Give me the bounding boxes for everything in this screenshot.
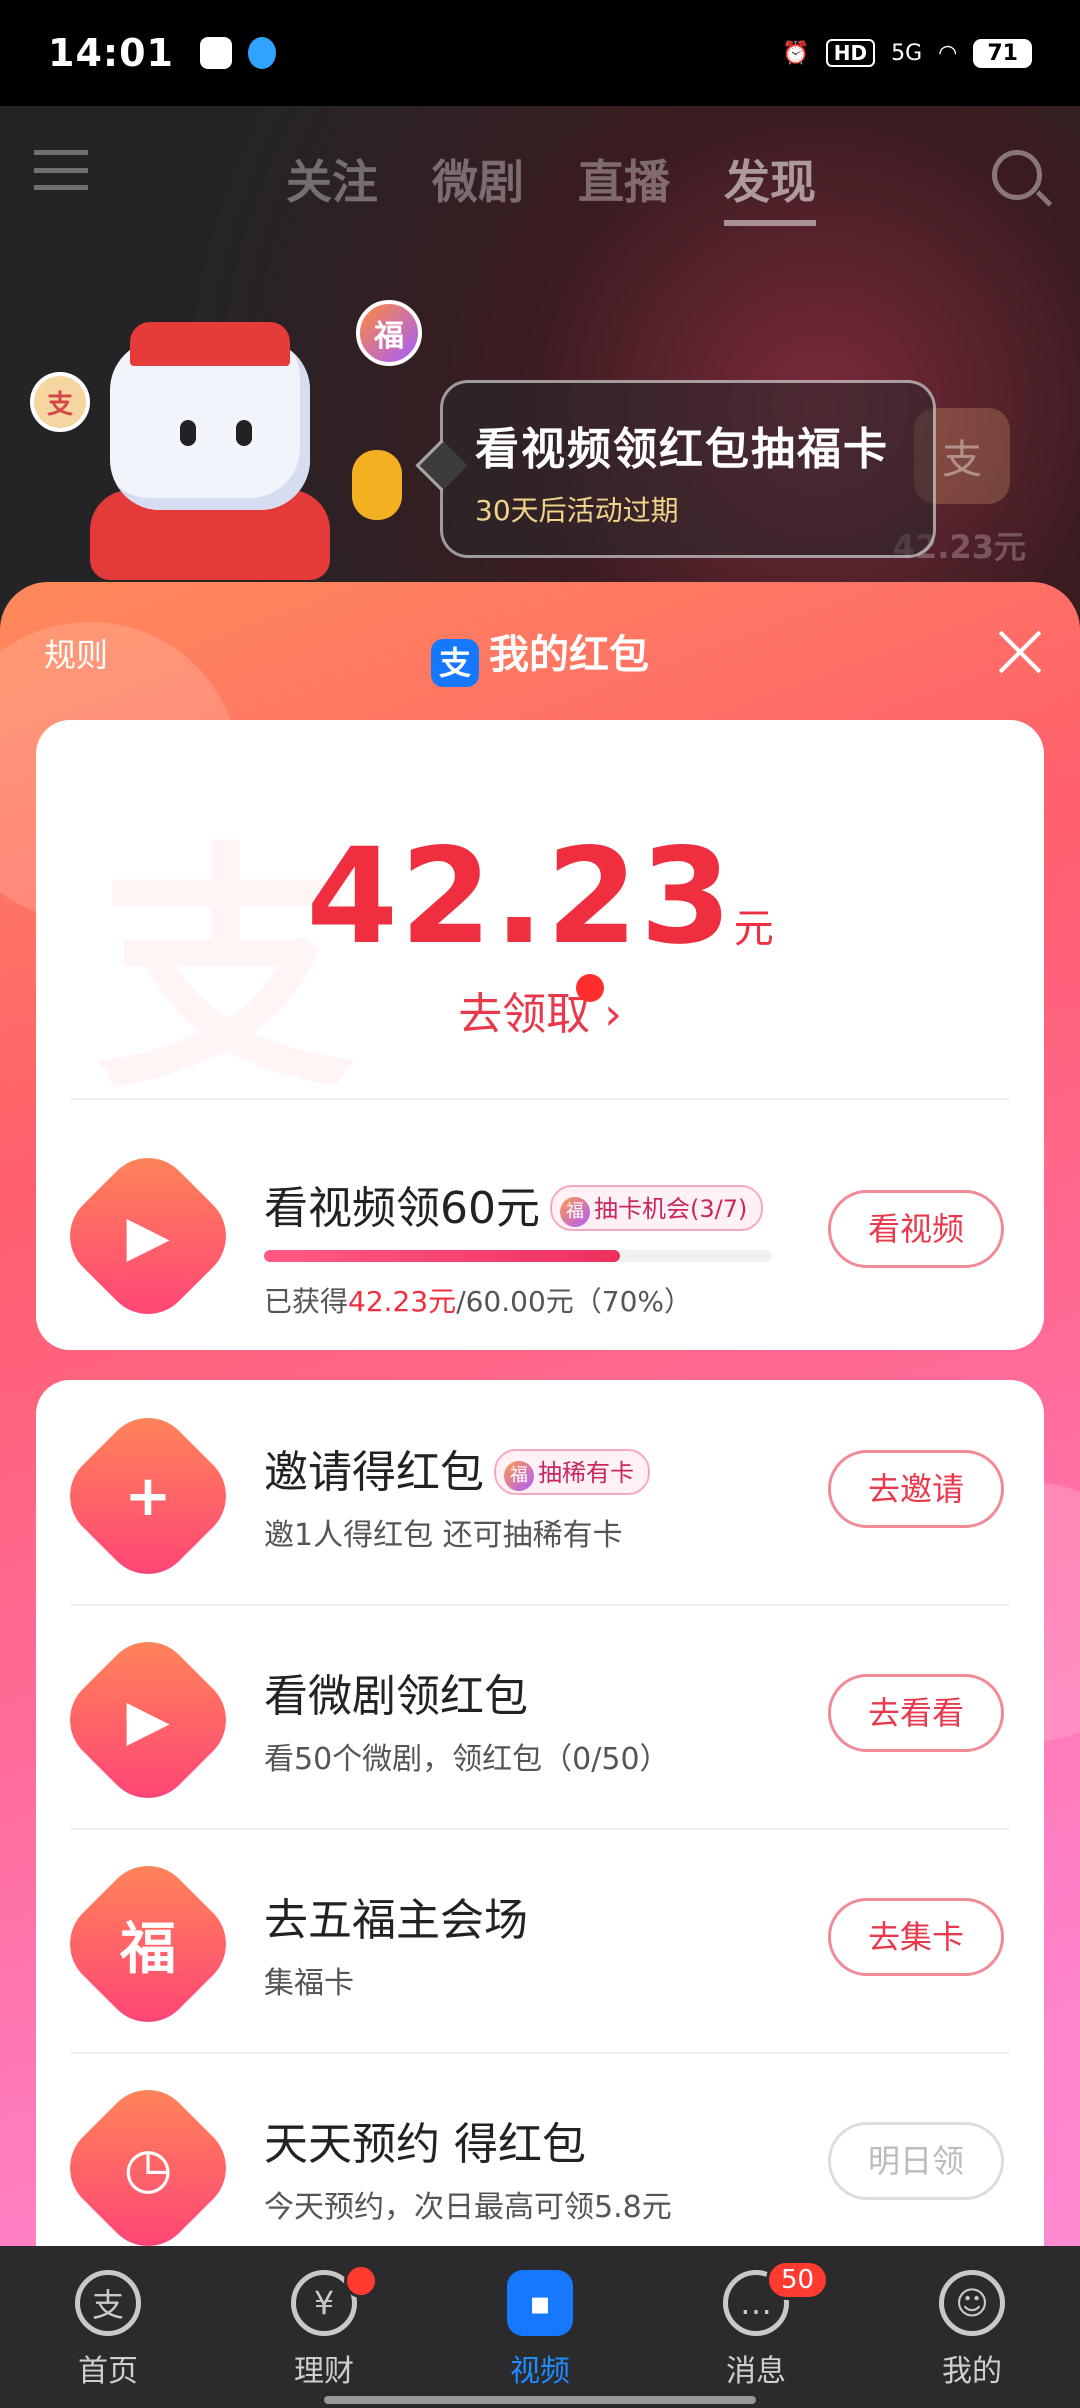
play-video-icon: ▶ — [126, 1203, 170, 1269]
fu-character-icon: 福 — [120, 1916, 176, 1982]
balance-unit: 元 — [733, 906, 774, 952]
task-action-button[interactable]: 去集卡 — [828, 1898, 1004, 1976]
task-title: 天天预约 得红包 — [264, 2119, 586, 2170]
balance-card: 支 42.23元 去领取 › ▶ 看视频领60元福抽卡机会(3/7) 已获得42… — [36, 720, 1044, 1350]
profile-icon: ☺ — [939, 2270, 1005, 2336]
tab-follow[interactable]: 关注 — [286, 146, 378, 226]
claim-notification-dot — [576, 974, 604, 1002]
promo-title: 看视频领红包抽福卡 — [475, 424, 889, 475]
task-action-button[interactable]: 去邀请 — [828, 1450, 1004, 1528]
tab-me[interactable]: ☺ 我的 — [864, 2246, 1080, 2408]
fu-icon: 福 — [560, 1197, 590, 1227]
alipay-icon: 支 — [431, 639, 479, 687]
promo-subtitle: 30天后活动过期 — [475, 494, 679, 527]
status-time: 14:01 — [48, 31, 174, 75]
draw-chance-badge: 福抽卡机会(3/7) — [550, 1185, 764, 1231]
home-indicator — [324, 2396, 756, 2404]
task-list-card: + 邀请得红包福抽稀有卡邀1人得红包 还可抽稀有卡 去邀请 ▶ 看微剧领红包看50个微剧… — [36, 1380, 1044, 2246]
task-row: + 邀请得红包福抽稀有卡邀1人得红包 还可抽稀有卡 去邀请 — [36, 1380, 1044, 1604]
promo-bubble[interactable]: 看视频领红包抽福卡 30天后活动过期 — [440, 380, 936, 558]
sheet-title: 我的红包 — [489, 632, 649, 678]
rare-card-badge: 福抽稀有卡 — [494, 1449, 650, 1495]
task-title: 看视频领60元 — [264, 1183, 540, 1234]
claim-button[interactable]: 去领取 › — [36, 978, 1044, 1042]
message-count-badge: 50 — [766, 2260, 830, 2300]
network-type: 5G — [891, 40, 923, 66]
alarm-icon: ⏰ — [782, 40, 810, 66]
fu-icon: 福 — [504, 1461, 534, 1491]
wifi-icon: ◠ — [938, 40, 958, 66]
bottom-tab-bar: 支 首页 ¥ 理财 ▪ 视频 … 消息 50 ☺ 我的 — [0, 2246, 1080, 2408]
fu-coin-icon: 福 — [356, 300, 422, 366]
task-row: ▶ 看微剧领红包看50个微剧，领红包（0/50） 去看看 — [36, 1604, 1044, 1828]
task-action-button[interactable]: 明日领 — [828, 2122, 1004, 2200]
status-bar: 14:01 ⏰ HD 5G ◠ 71 — [0, 0, 1080, 106]
progress-bar — [264, 1250, 772, 1262]
task-subtitle: 邀1人得红包 还可抽稀有卡 — [264, 1518, 623, 1553]
task-title: 去五福主会场 — [264, 1895, 528, 1946]
tab-discover[interactable]: 发现 — [724, 146, 816, 226]
alipay-coin-icon: 支 — [30, 372, 90, 432]
notification-dot — [344, 2264, 378, 2298]
clock-icon: ◷ — [123, 2135, 173, 2201]
close-button[interactable] — [994, 626, 1046, 678]
task-subtitle: 集福卡 — [264, 1966, 354, 2001]
search-icon[interactable] — [992, 150, 1042, 200]
tab-video[interactable]: ▪ 视频 — [432, 2246, 648, 2408]
task-subtitle: 看50个微剧，领红包（0/50） — [264, 1742, 670, 1777]
menu-icon[interactable] — [34, 150, 88, 190]
tab-messages[interactable]: … 消息 50 — [648, 2246, 864, 2408]
divider — [70, 1098, 1010, 1100]
task-title: 看微剧领红包 — [264, 1671, 528, 1722]
tab-home[interactable]: 支 首页 — [0, 2246, 216, 2408]
progress-fill — [264, 1250, 620, 1262]
task-subtitle: 今天预约，次日最高可领5.8元 — [264, 2190, 672, 2225]
progress-text: 已获得42.23元/60.00元（70%） — [264, 1285, 693, 1318]
home-alipay-icon: 支 — [75, 2270, 141, 2336]
qq-notification-icon — [247, 37, 276, 69]
tab-live[interactable]: 直播 — [578, 146, 670, 226]
invite-user-icon: + — [124, 1463, 172, 1529]
watch-video-task: ▶ 看视频领60元福抽卡机会(3/7) 已获得42.23元/60.00元（70%… — [36, 1120, 1044, 1344]
battery-indicator: 71 — [973, 38, 1032, 68]
red-packet-sheet: 规则 支我的红包 支 42.23元 去领取 › ▶ 看视频领60元福抽卡机会(3… — [0, 582, 1080, 2246]
task-title: 邀请得红包 — [264, 1447, 484, 1498]
top-tabs: 关注 微剧 直播 发现 — [286, 146, 816, 226]
balance-amount: 42.23 — [306, 820, 734, 974]
lantern-icon — [352, 450, 402, 520]
app-notification-icon — [199, 37, 232, 69]
task-action-button[interactable]: 去看看 — [828, 1674, 1004, 1752]
video-icon: ▪ — [507, 2270, 573, 2336]
watch-video-button[interactable]: 看视频 — [828, 1190, 1004, 1268]
hd-icon: HD — [825, 39, 876, 67]
sheet-header: 规则 支我的红包 — [0, 582, 1080, 732]
tab-wealth[interactable]: ¥ 理财 — [216, 2246, 432, 2408]
task-row: 福 去五福主会场集福卡 去集卡 — [36, 1828, 1044, 2052]
task-row: ◷ 天天预约 得红包今天预约，次日最高可领5.8元 明日领 — [36, 2052, 1044, 2246]
tv-play-icon: ▶ — [126, 1687, 170, 1753]
tab-micro-drama[interactable]: 微剧 — [432, 146, 524, 226]
